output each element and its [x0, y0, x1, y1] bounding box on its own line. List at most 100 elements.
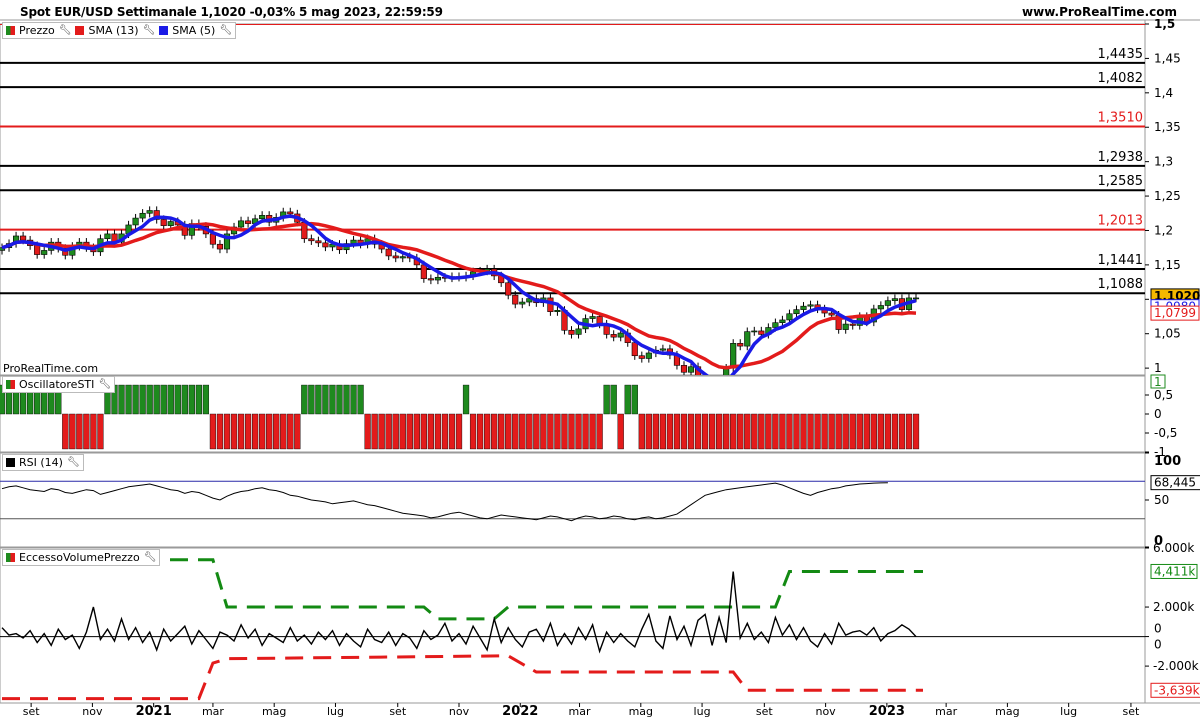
rsi-legend[interactable]: RSI (14) 🔧︎ [2, 454, 84, 471]
sti-bar-79 [554, 413, 561, 450]
candle-body-31 [216, 243, 224, 250]
candle-body-115 [807, 304, 814, 307]
sti-bar-26 [181, 384, 188, 415]
sti-bar-117 [821, 413, 828, 450]
sti-bar-91 [638, 413, 645, 450]
sti-bar-70 [491, 413, 498, 450]
candle-body-19 [132, 217, 139, 226]
sti-bar-54 [378, 413, 385, 450]
candle-body-106 [744, 331, 751, 347]
sti-bar-50 [350, 384, 357, 415]
sti-bar-45 [315, 384, 322, 415]
sti-bar-39 [273, 413, 280, 450]
price-legend[interactable]: Prezzo 🔧︎ SMA (13) 🔧︎ SMA (5) 🔧︎ [2, 22, 237, 39]
sti-legend[interactable]: OscillatoreSTI 🔧︎ [2, 376, 116, 393]
candle-body-6 [41, 250, 48, 255]
x-tick-label-13: nov [815, 705, 836, 718]
sti-bar-11 [76, 413, 83, 450]
sti-bar-114 [800, 413, 807, 450]
rsi-tick-label-0: 100 [1154, 454, 1181, 469]
x-tick-label-11: lug [694, 705, 711, 718]
candle-body-3 [20, 235, 27, 241]
sti-bar-80 [561, 413, 568, 450]
price-tick-label-4: 1,3 [1154, 155, 1173, 169]
sti-bar-73 [512, 413, 519, 450]
sti-bar-12 [83, 413, 90, 450]
candle-body-72 [505, 282, 512, 296]
sti-bar-85 [596, 413, 603, 450]
candle-body-91 [638, 355, 645, 359]
hline-label-4: 1,2938 [1098, 150, 1144, 165]
wrench-icon[interactable]: 🔧︎ [98, 379, 111, 390]
sma5-legend-label: SMA (5) [172, 24, 216, 37]
sti-bar-51 [357, 384, 364, 415]
sma13-last-badge: 1,0799 [1154, 306, 1196, 320]
candle-body-57 [399, 256, 406, 259]
wrench-icon[interactable]: 🔧︎ [143, 25, 156, 36]
rsi-tick-label-1: 50 [1154, 493, 1169, 507]
sti-bar-40 [280, 413, 287, 450]
sti-bar-31 [216, 413, 224, 450]
candle-body-41 [287, 211, 294, 215]
rsi-last-badge: 68,445 [1154, 476, 1196, 490]
sti-bar-46 [322, 384, 329, 415]
sti-bar-36 [251, 413, 259, 450]
candle-body-104 [730, 343, 737, 369]
sti-bar-124 [870, 413, 877, 450]
price-tick-label-1: 1,45 [1154, 51, 1181, 65]
sti-bar-49 [343, 384, 350, 415]
candle-body-37 [259, 215, 266, 220]
sti-bar-121 [849, 413, 856, 450]
chart-canvas: 1,44351,40821,35101,29381,25851,20131,14… [0, 0, 1200, 720]
candle-body-130 [912, 297, 920, 300]
sti-bar-64 [448, 413, 456, 450]
sti-bar-22 [153, 384, 160, 415]
sti-bar-55 [385, 413, 392, 450]
site-link[interactable]: www.ProRealTime.com [1022, 5, 1177, 19]
sti-bar-17 [118, 384, 125, 415]
sti-bar-66 [462, 384, 470, 415]
price-tick-label-9: 1,05 [1154, 327, 1181, 341]
wrench-icon[interactable]: 🔧︎ [144, 552, 157, 563]
sti-bar-19 [132, 384, 139, 415]
price-tick-label-5: 1,25 [1154, 189, 1181, 203]
x-tick-label-1: nov [82, 705, 103, 718]
sti-bar-44 [308, 384, 315, 415]
sti-bar-111 [779, 413, 786, 450]
candle-body-24 [167, 221, 174, 226]
hline-label-3: 1,3510 [1098, 111, 1144, 126]
rsi-legend-swatch [6, 458, 15, 467]
candle-body-105 [737, 343, 744, 347]
hline-label-5: 1,2585 [1098, 174, 1144, 189]
x-tick-label-10: mag [629, 705, 653, 718]
evp-legend-label: EccessoVolumePrezzo [19, 551, 140, 564]
wrench-icon[interactable]: 🔧︎ [59, 25, 72, 36]
sti-bar-42 [294, 413, 301, 450]
sti-bar-37 [259, 413, 266, 450]
x-tick-label-15: mar [935, 705, 957, 718]
sti-bar-87 [610, 384, 617, 415]
sti-last-badge: 1 [1154, 375, 1162, 389]
evp-legend[interactable]: EccessoVolumePrezzo 🔧︎ [2, 549, 161, 566]
candle-body-107 [751, 330, 758, 333]
hline-label-7: 1,1441 [1098, 253, 1144, 268]
sti-bar-38 [266, 413, 273, 450]
evp-tick-label-0: 6.000k [1153, 541, 1194, 555]
sti-legend-swatch [6, 380, 15, 389]
x-tick-label-14: 2023 [869, 704, 905, 719]
sti-bar-92 [645, 413, 652, 450]
wrench-icon[interactable]: 🔧︎ [219, 25, 232, 36]
sti-bar-100 [701, 413, 709, 450]
price-tick-label-6: 1,2 [1154, 223, 1173, 237]
candle-body-94 [659, 348, 666, 351]
sti-bar-129 [905, 413, 913, 450]
candle-body-20 [139, 212, 146, 219]
sti-bar-103 [723, 413, 730, 450]
candle-body-90 [631, 342, 638, 357]
candle-body-97 [680, 365, 688, 373]
sti-bar-28 [195, 384, 202, 415]
evp-zero-label-b: 0 [1154, 638, 1162, 652]
candle-body-79 [554, 310, 561, 312]
sti-bar-57 [399, 413, 406, 450]
wrench-icon[interactable]: 🔧︎ [67, 457, 80, 468]
